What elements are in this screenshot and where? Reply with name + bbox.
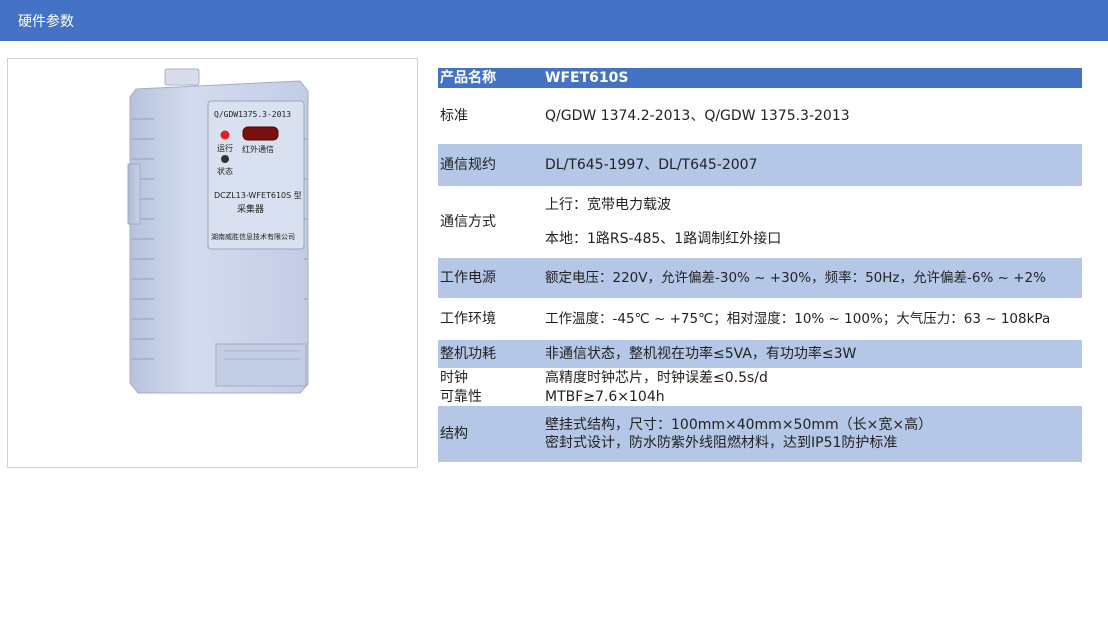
table-row: 可靠性 MTBF≥7.6×104h bbox=[438, 387, 1082, 406]
spec-key: 通信规约 bbox=[438, 144, 545, 186]
device-label-run: 运行 bbox=[217, 143, 233, 153]
device-label-model: DCZL13-WFET610S 型 bbox=[214, 191, 302, 200]
table-row: 标准 Q/GDW 1374.2-2013、Q/GDW 1375.3-2013 bbox=[438, 88, 1082, 144]
page-title: 硬件参数 bbox=[18, 13, 74, 30]
device-label-status: 状态 bbox=[217, 166, 233, 176]
spec-value: 上行：宽带电力载波 bbox=[545, 197, 671, 213]
spec-key: 整机功耗 bbox=[438, 340, 545, 368]
table-row: 时钟 高精度时钟芯片，时钟误差≤0.5s/d bbox=[438, 368, 1082, 387]
spec-value: Q/GDW 1374.2-2013、Q/GDW 1375.3-2013 bbox=[545, 108, 850, 124]
spec-value: 非通信状态，整机视在功率≤5VA，有功功率≤3W bbox=[545, 346, 857, 362]
page-header: 硬件参数 bbox=[0, 0, 1108, 41]
device-label-standard: Q/GDW1375.3-2013 bbox=[214, 110, 291, 119]
run-led-icon bbox=[220, 130, 230, 140]
device-label-company: 湖南威胜信息技术有限公司 bbox=[211, 232, 295, 241]
spec-key: 结构 bbox=[438, 406, 545, 462]
spec-key: 标准 bbox=[438, 88, 545, 144]
spec-value: WFET610S bbox=[545, 68, 1082, 88]
table-row: 通信规约 DL/T645-1997、DL/T645-2007 bbox=[438, 144, 1082, 186]
spec-key: 时钟 bbox=[438, 368, 545, 387]
spec-value: DL/T645-1997、DL/T645-2007 bbox=[545, 157, 758, 173]
product-photo: Q/GDW1375.3-2013 运行 红外通信 状态 DCZL13-WFET6… bbox=[7, 58, 418, 468]
spec-key: 工作电源 bbox=[438, 258, 545, 298]
status-led-icon bbox=[221, 155, 229, 163]
table-row: 工作电源 额定电压：220V，允许偏差-30% ~ +30%，频率：50Hz，允… bbox=[438, 258, 1082, 298]
ir-window-icon bbox=[242, 126, 279, 141]
spec-value: 工作温度：-45℃ ~ +75℃；相对湿度：10% ~ 100%；大气压力：63… bbox=[545, 311, 1051, 327]
spec-key: 可靠性 bbox=[438, 387, 545, 406]
spec-value: MTBF≥7.6×104h bbox=[545, 388, 665, 405]
table-row: 通信方式 上行：宽带电力载波 本地：1路RS-485、1路调制红外接口 bbox=[438, 186, 1082, 258]
table-header-row: 产品名称 WFET610S bbox=[438, 68, 1082, 88]
spec-key: 通信方式 bbox=[438, 186, 545, 258]
spec-value: 高精度时钟芯片，时钟误差≤0.5s/d bbox=[545, 369, 768, 386]
spec-value: 壁挂式结构，尺寸：100mm×40mm×50mm（长×宽×高） bbox=[545, 417, 933, 433]
table-row: 整机功耗 非通信状态，整机视在功率≤5VA，有功功率≤3W bbox=[438, 340, 1082, 368]
spec-value: 本地：1路RS-485、1路调制红外接口 bbox=[545, 231, 782, 247]
spec-key: 产品名称 bbox=[438, 68, 545, 88]
collector-device-image: Q/GDW1375.3-2013 运行 红外通信 状态 DCZL13-WFET6… bbox=[127, 68, 309, 394]
table-row: 结构 壁挂式结构，尺寸：100mm×40mm×50mm（长×宽×高） 密封式设计… bbox=[438, 406, 1082, 462]
spec-table: 产品名称 WFET610S 标准 Q/GDW 1374.2-2013、Q/GDW… bbox=[438, 68, 1082, 462]
table-row: 工作环境 工作温度：-45℃ ~ +75℃；相对湿度：10% ~ 100%；大气… bbox=[438, 298, 1082, 340]
spec-value: 密封式设计，防水防紫外线阻燃材料，达到IP51防护标准 bbox=[545, 435, 898, 451]
device-label-type: 采集器 bbox=[237, 203, 264, 215]
spec-key: 工作环境 bbox=[438, 298, 545, 340]
spec-value: 额定电压：220V，允许偏差-30% ~ +30%，频率：50Hz，允许偏差-6… bbox=[545, 270, 1046, 286]
device-label-ir: 红外通信 bbox=[242, 144, 274, 154]
